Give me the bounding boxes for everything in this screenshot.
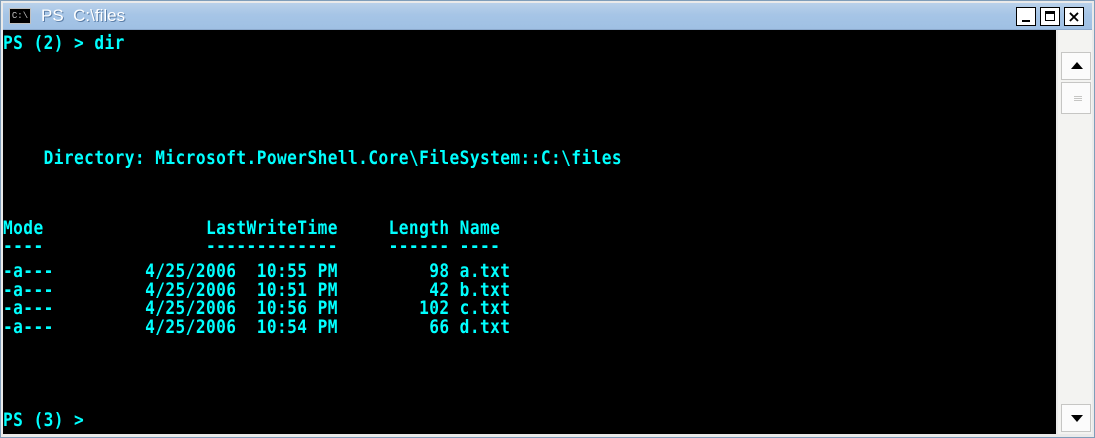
minimize-button[interactable] <box>1016 7 1036 26</box>
scroll-down-button[interactable] <box>1061 404 1091 432</box>
minimize-icon <box>1022 20 1030 22</box>
vertical-scrollbar[interactable] <box>1058 30 1092 434</box>
arrow-down-icon <box>1071 415 1083 422</box>
console-output[interactable]: PS (2) > dir Directory: Microsoft.PowerS… <box>3 30 1056 434</box>
prompt-line: PS (3) > <box>3 409 85 431</box>
directory-line: Directory: Microsoft.PowerShell.Core\Fil… <box>3 147 623 169</box>
table-row: -a--- 4/25/2006 10:55 PM 98 a.txt <box>3 260 511 282</box>
arrow-up-icon <box>1071 62 1083 69</box>
prompt-line: PS (2) > dir <box>3 32 125 54</box>
scroll-up-button[interactable] <box>1061 52 1091 80</box>
table-row: -a--- 4/25/2006 10:56 PM 102 c.txt <box>3 297 511 319</box>
window-title: PS C:\files <box>41 6 126 25</box>
close-icon: × <box>1067 7 1081 26</box>
grip-icon <box>1074 96 1082 97</box>
maximize-icon <box>1045 11 1055 21</box>
scroll-thumb[interactable] <box>1061 82 1091 114</box>
console-window: C:\ PS C:\files × PS (2) > dir Directory… <box>0 0 1095 438</box>
title-bar[interactable]: C:\ PS C:\files × <box>3 3 1092 30</box>
table-separator: ---- ------------- ------ ---- <box>3 235 501 257</box>
table-row: -a--- 4/25/2006 10:54 PM 66 d.txt <box>3 316 511 338</box>
console-icon[interactable]: C:\ <box>9 8 31 24</box>
maximize-button[interactable] <box>1040 7 1060 26</box>
close-button[interactable]: × <box>1064 7 1084 26</box>
